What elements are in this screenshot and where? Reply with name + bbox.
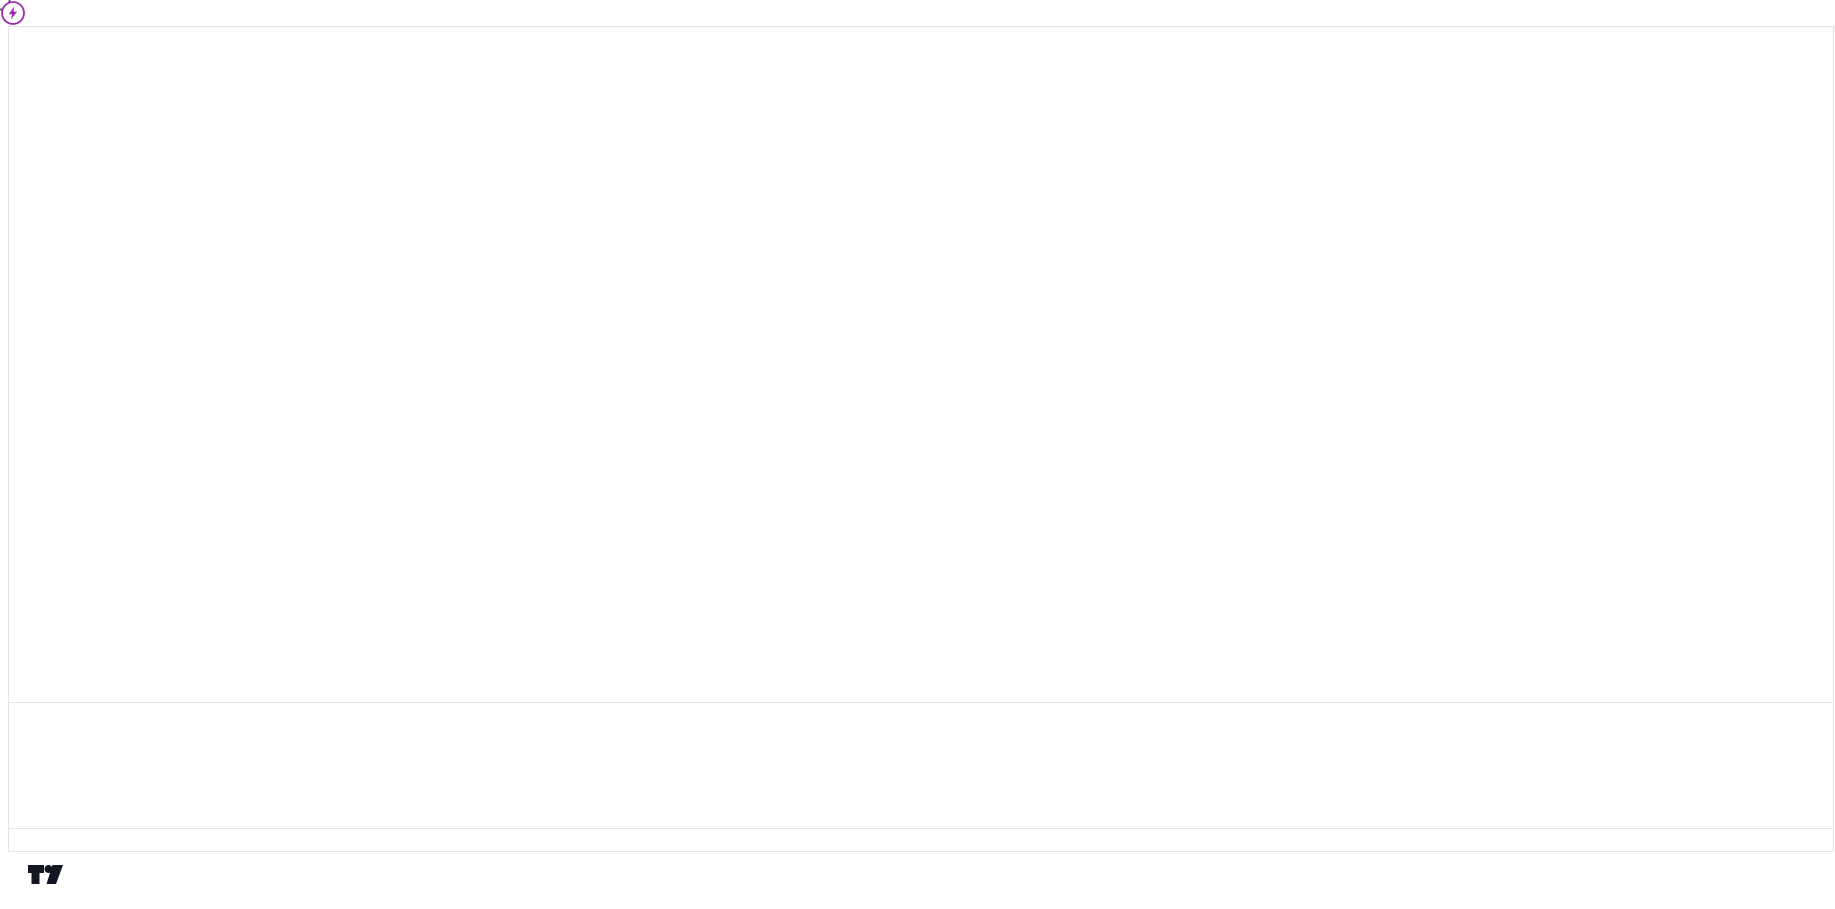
- crsi-legend-row[interactable]: [14, 707, 21, 722]
- symbol-legend-row[interactable]: [14, 29, 61, 44]
- tradingview-chart-screenshot: [0, 0, 1835, 909]
- lightning-icon: [0, 0, 26, 26]
- chart-canvas[interactable]: [0, 0, 1835, 909]
- tradingview-logo-icon: [26, 860, 63, 889]
